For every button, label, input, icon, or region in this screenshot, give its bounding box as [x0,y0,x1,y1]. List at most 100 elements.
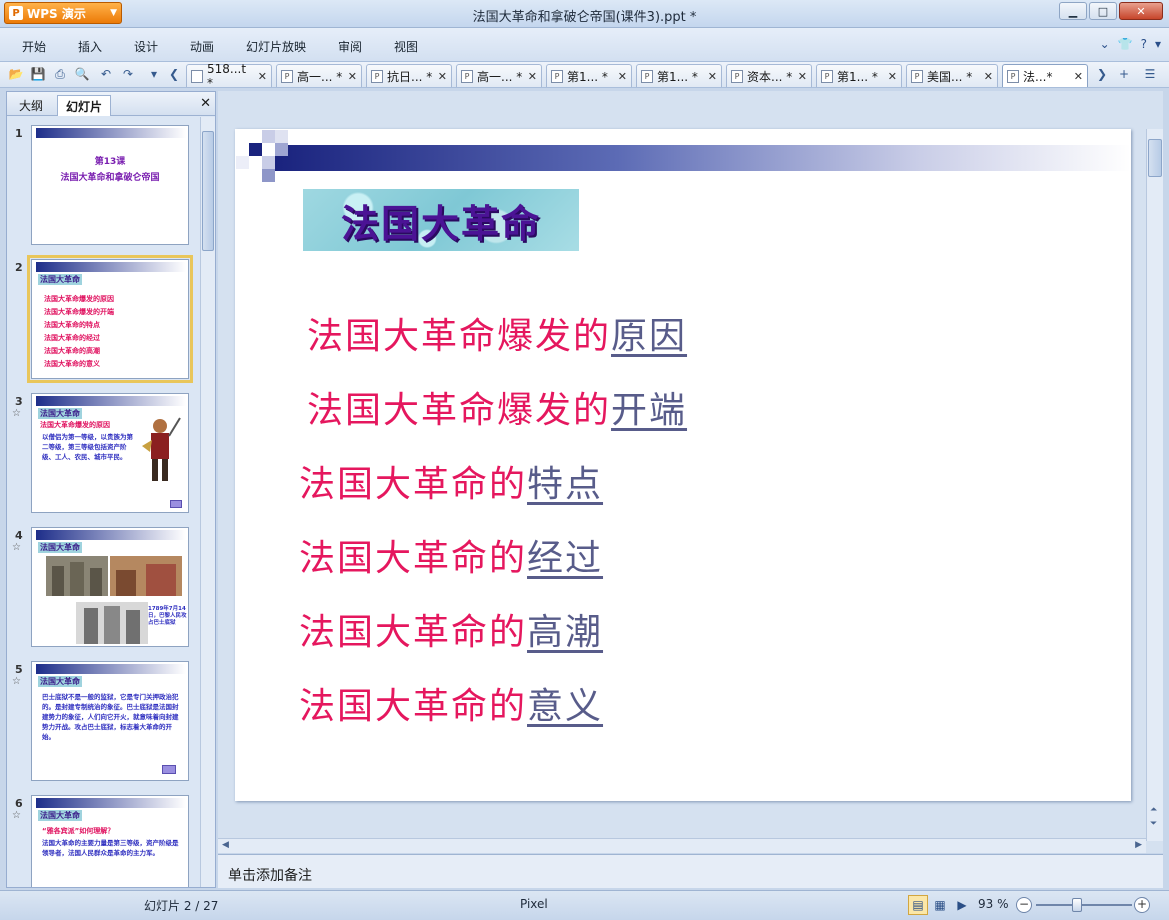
doc-tab[interactable]: P 美国... * ✕ [906,64,998,87]
slide-sorter-icon[interactable]: ▦ [930,895,950,915]
doc-tab[interactable]: P 高一... * ✕ [276,64,362,87]
file-icon [191,69,203,83]
slide-item-significance: 法国大革命的意义 [299,686,604,727]
ppt-file-icon: P [461,69,473,83]
slideshow-icon[interactable]: ▶ [952,895,972,915]
skin-icon[interactable]: 👕 [1118,37,1133,51]
ppt-file-icon: P [1007,69,1019,83]
tab-list-icon[interactable]: ☰ [1142,66,1158,82]
undo-icon[interactable]: ↶ [98,66,114,82]
tab-slides[interactable]: 幻灯片 [57,95,112,116]
close-tab-icon[interactable]: ✕ [984,70,993,83]
zoom-out-button[interactable]: − [1016,897,1032,913]
doc-tab[interactable]: P 第1... * ✕ [816,64,902,87]
next-slide-icon[interactable]: ⏷ [1150,819,1157,829]
hyperlink-features[interactable]: 特点 [527,464,603,505]
normal-view-icon[interactable]: ▤ [908,895,928,915]
slide-thumbnail[interactable]: 法国大革命 巴士底狱不是一般的监狱，它是专门关押政治犯的。是封建专制统治的象征。… [31,661,189,781]
editor-vertical-scrollbar[interactable]: ⏶ ⏷ [1146,129,1163,841]
hyperlink-climax[interactable]: 高潮 [527,612,603,653]
close-tab-icon[interactable]: ✕ [1074,70,1083,83]
hyperlink-cause[interactable]: 原因 [611,316,687,357]
notes-pane[interactable]: 单击添加备注 [218,854,1163,888]
animation-star-icon: ☆ [12,542,21,553]
status-bar: 幻灯片 2 / 27 Pixel ▤ ▦ ▶ 93 % − + [0,890,1169,920]
tab-scroll-left-icon[interactable]: ❮ [166,66,182,82]
print-icon[interactable]: ⎙ [52,66,68,82]
slide-item-process: 法国大革命的经过 [299,538,604,579]
slide-thumbnail[interactable]: 第13课 法国大革命和拿破仑帝国 [31,125,189,245]
zoom-in-button[interactable]: + [1134,897,1150,913]
chevron-down-icon[interactable]: ⌄ [1100,37,1110,51]
window-title: 法国大革命和拿破仑帝国(课件3).ppt * [472,10,697,25]
save-icon[interactable]: 💾 [30,66,46,82]
editor-horizontal-scrollbar[interactable]: ◀ ▶ [218,838,1146,853]
ppt-file-icon: P [911,69,923,83]
current-slide[interactable]: 法国大革命 法国大革命爆发的原因 法国大革命爆发的开端 法国大革命的特点 法国大… [235,129,1131,801]
slide-thumbnail[interactable]: 法国大革命 1789年7月14日，巴黎人民攻占巴士底狱 [31,527,189,647]
chevron-down-icon[interactable]: ▾ [1155,37,1161,51]
hyperlink-start[interactable]: 开端 [611,390,687,431]
help-icon[interactable]: ? [1141,37,1147,51]
open-folder-icon[interactable]: 📂 [8,66,24,82]
close-tab-icon[interactable]: ✕ [618,70,627,83]
slide-editor: 法国大革命 法国大革命爆发的原因 法国大革命爆发的开端 法国大革命的特点 法国大… [218,91,1163,853]
minimize-button[interactable]: ▁ [1059,2,1087,20]
scroll-right-icon[interactable]: ▶ [1135,840,1142,850]
doc-tab[interactable]: P 抗日... * ✕ [366,64,452,87]
slide-thumbnail-selected[interactable]: 法国大革命 法国大革命爆发的原因 法国大革命爆发的开端 法国大革命的特点 法国大… [27,255,193,383]
zoom-level: 93 % [978,897,1009,911]
slides-panel: 大纲 幻灯片 ✕ 1 第13课 法国大革命和拿破仑帝国 2 法国大革命 法国大革… [6,91,216,888]
hyperlink-process[interactable]: 经过 [527,538,603,579]
prev-slide-icon[interactable]: ⏶ [1150,805,1157,815]
close-tab-icon[interactable]: ✕ [708,70,717,83]
zoom-slider-track[interactable] [1036,904,1132,906]
doc-tab[interactable]: P 资本... * ✕ [726,64,812,87]
close-tab-icon[interactable]: ✕ [528,70,537,83]
theme-name: Pixel [520,897,548,911]
thumbnail-scrollbar[interactable] [200,117,215,887]
doc-tab-active[interactable]: P 法...* ✕ [1002,64,1088,87]
scrollbar-thumb[interactable] [202,131,214,251]
scrollbar-thumb[interactable] [1148,139,1162,177]
doc-tab[interactable]: P 第1... * ✕ [636,64,722,87]
slide-item-features: 法国大革命的特点 [299,464,604,505]
title-bar: P WPS 演示 ▼ 法国大革命和拿破仑帝国(课件3).ppt * ▁ □ ✕ [0,0,1169,28]
notes-placeholder[interactable]: 单击添加备注 [228,865,312,885]
close-icon[interactable]: ✕ [200,96,211,111]
menu-home[interactable]: 开始 [22,38,46,55]
new-tab-icon[interactable]: + [1116,66,1132,82]
close-button[interactable]: ✕ [1119,2,1163,20]
hyperlink-significance[interactable]: 意义 [527,686,603,727]
menu-view[interactable]: 视图 [394,38,418,55]
close-tab-icon[interactable]: ✕ [798,70,807,83]
close-tab-icon[interactable]: ✕ [348,70,357,83]
animation-star-icon: ☆ [12,676,21,687]
menu-slideshow[interactable]: 幻灯片放映 [246,38,306,55]
slide-title-box[interactable]: 法国大革命 [303,189,579,251]
menu-design[interactable]: 设计 [134,38,158,55]
close-tab-icon[interactable]: ✕ [258,70,267,83]
ppt-file-icon: P [641,69,653,83]
scroll-left-icon[interactable]: ◀ [222,840,229,850]
tab-outline[interactable]: 大纲 [11,95,51,116]
doc-tab[interactable]: P 高一... * ✕ [456,64,542,87]
slide-thumbnail[interactable]: 法国大革命 “雅各宾派”如何理解？ 法国大革命的主要力量是第三等级，资产阶级是领… [31,795,189,887]
redo-icon[interactable]: ↷ [120,66,136,82]
close-tab-icon[interactable]: ✕ [438,70,447,83]
doc-tab[interactable]: 518...t * ✕ [186,62,272,90]
ppt-file-icon: P [821,69,833,83]
doc-tab[interactable]: P 第1... * ✕ [546,64,632,87]
revolutionary-figure-image [142,417,181,481]
tab-scroll-right-icon[interactable]: ❯ [1094,66,1110,82]
menu-review[interactable]: 审阅 [338,38,362,55]
slide-thumbnail[interactable]: 法国大革命 法国大革命爆发的原因 以僧侣为第一等级，以贵族为第二等级，第三等级包… [31,393,189,513]
zoom-slider-handle[interactable] [1072,898,1082,912]
bastille-images [46,556,182,644]
menu-insert[interactable]: 插入 [78,38,102,55]
maximize-button[interactable]: □ [1089,2,1117,20]
customize-toolbar-icon[interactable]: ▾ [146,66,162,82]
print-preview-icon[interactable]: 🔍 [74,66,90,82]
menu-animation[interactable]: 动画 [190,38,214,55]
close-tab-icon[interactable]: ✕ [888,70,897,83]
